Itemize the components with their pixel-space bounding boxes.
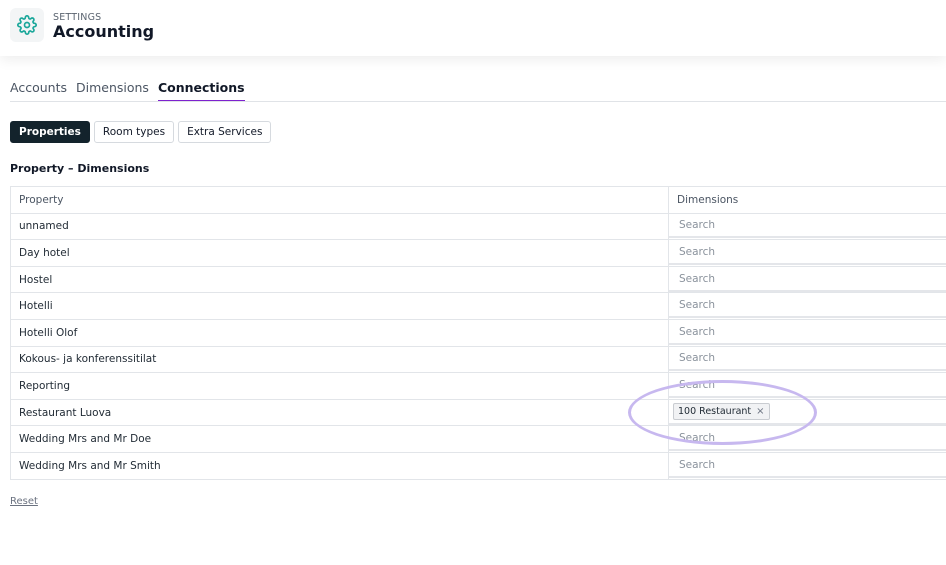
- dimension-search-input[interactable]: [669, 267, 946, 292]
- property-name: Hostel: [11, 266, 669, 293]
- table-row: Hostel: [11, 266, 946, 294]
- dimensions-cell: [669, 453, 946, 479]
- tabs-divider: [10, 101, 946, 102]
- column-header-property: Property: [11, 187, 669, 213]
- table-row: Wedding Mrs and Mr Smith: [11, 452, 946, 480]
- table-row: Hotelli: [11, 293, 946, 320]
- dimension-search-input[interactable]: [669, 453, 946, 478]
- dimensions-cell: [669, 426, 946, 452]
- tab-dimensions[interactable]: Dimensions: [76, 78, 149, 102]
- dimension-search-input[interactable]: [669, 240, 946, 265]
- main-tabs: Accounts Dimensions Connections: [10, 78, 245, 102]
- table-row: Hotelli Olof: [11, 319, 946, 347]
- dimensions-cell: [669, 320, 946, 346]
- property-name: Wedding Mrs and Mr Doe: [11, 426, 669, 452]
- tab-connections[interactable]: Connections: [157, 78, 245, 102]
- dimension-search-input[interactable]: [669, 214, 946, 239]
- property-name: Restaurant Luova: [11, 399, 669, 426]
- remove-chip-icon[interactable]: ×: [756, 406, 764, 417]
- property-dimensions-table: Property Dimensions unnamedDay hotelHost…: [10, 186, 946, 480]
- property-name: Wedding Mrs and Mr Smith: [11, 452, 669, 479]
- dimensions-cell: [669, 293, 946, 319]
- dimension-search-input[interactable]: [669, 347, 946, 372]
- dimension-search-input[interactable]: [669, 373, 946, 398]
- table-row: Reporting: [11, 373, 946, 400]
- section-title: Property – Dimensions: [10, 162, 150, 175]
- tab-accounts[interactable]: Accounts: [10, 78, 67, 102]
- dimensions-cell: [669, 214, 946, 240]
- dimension-search-input[interactable]: [669, 294, 946, 319]
- dimensions-cell: [669, 240, 946, 266]
- dimensions-cell: [669, 373, 946, 399]
- dimension-search-input[interactable]: [669, 427, 946, 452]
- gear-icon: [10, 8, 44, 42]
- dimensions-cell: [669, 347, 946, 373]
- property-name: Hotelli Olof: [11, 319, 669, 346]
- table-header-row: Property Dimensions: [11, 187, 946, 214]
- sub-tabs: Properties Room types Extra Services: [10, 121, 272, 143]
- table-row: Wedding Mrs and Mr Doe: [11, 426, 946, 453]
- subtab-properties[interactable]: Properties: [10, 121, 90, 143]
- table-row: Kokous- ja konferenssitilat: [11, 346, 946, 374]
- property-name: Reporting: [11, 373, 669, 399]
- table-row: unnamed: [11, 213, 946, 241]
- column-header-dimensions: Dimensions: [677, 193, 739, 206]
- page-title: Accounting: [53, 22, 155, 41]
- dimension-multiselect[interactable]: 100 Restaurant ×: [669, 401, 946, 425]
- property-name: Hotelli: [11, 293, 669, 319]
- table-row: Restaurant Luova 100 Restaurant ×: [11, 399, 946, 427]
- page-header: SETTINGS Accounting: [0, 0, 946, 56]
- table-row: Day hotel: [11, 240, 946, 267]
- reset-link[interactable]: Reset: [10, 496, 38, 507]
- property-name: Kokous- ja konferenssitilat: [11, 346, 669, 373]
- dimensions-cell: [669, 267, 946, 293]
- dimension-chip-label: 100 Restaurant: [678, 406, 752, 418]
- dimensions-cell: 100 Restaurant ×: [669, 400, 946, 426]
- property-name: unnamed: [11, 213, 669, 240]
- subtab-room-types[interactable]: Room types: [93, 121, 175, 143]
- property-name: Day hotel: [11, 240, 669, 266]
- subtab-extra-services[interactable]: Extra Services: [178, 121, 272, 143]
- dimension-search-input[interactable]: [669, 320, 946, 345]
- dimension-chip: 100 Restaurant ×: [673, 403, 770, 421]
